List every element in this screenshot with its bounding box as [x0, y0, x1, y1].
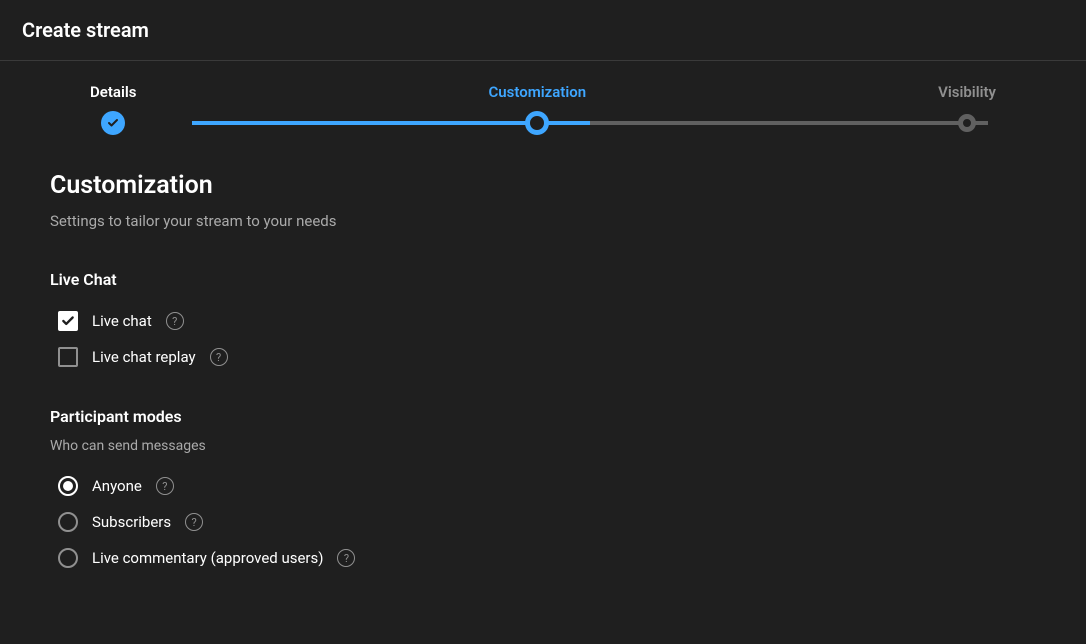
radio-dot: [63, 481, 73, 491]
check-icon: [61, 314, 75, 328]
option-label: Live chat replay: [92, 348, 196, 366]
option-label: Anyone: [92, 477, 142, 495]
checkbox-live-chat[interactable]: [58, 311, 78, 331]
step-label: Customization: [488, 83, 586, 101]
step-customization[interactable]: Customization: [488, 83, 586, 135]
step-visibility[interactable]: Visibility: [938, 83, 996, 132]
option-label: Subscribers: [92, 513, 171, 531]
check-icon: [107, 117, 119, 129]
group-title: Live Chat: [50, 270, 1036, 289]
step-circle-pending: [958, 114, 976, 132]
stepper-track: [192, 121, 988, 125]
help-icon[interactable]: ?: [337, 549, 355, 567]
participant-modes-group: Participant modes Who can send messages …: [50, 407, 1036, 568]
help-icon[interactable]: ?: [210, 348, 228, 366]
live-chat-group: Live Chat Live chat ? Live chat replay ?: [50, 270, 1036, 367]
option-live-chat-replay: Live chat replay ?: [50, 347, 1036, 367]
radio-anyone[interactable]: [58, 476, 78, 496]
group-title: Participant modes: [50, 407, 1036, 426]
step-circle-active: [525, 111, 549, 135]
help-icon[interactable]: ?: [156, 477, 174, 495]
option-label: Live commentary (approved users): [92, 549, 323, 567]
help-icon[interactable]: ?: [166, 312, 184, 330]
track-segment-2: [590, 121, 988, 125]
radio-subscribers[interactable]: [58, 512, 78, 532]
step-details[interactable]: Details: [90, 83, 136, 135]
help-icon[interactable]: ?: [185, 513, 203, 531]
step-label: Visibility: [938, 83, 996, 101]
option-subscribers: Subscribers ?: [50, 512, 1036, 532]
option-live-chat: Live chat ?: [50, 311, 1036, 331]
option-label: Live chat: [92, 312, 152, 330]
checkbox-live-chat-replay[interactable]: [58, 347, 78, 367]
page-title: Create stream: [22, 18, 1064, 42]
content: Customization Settings to tailor your st…: [0, 135, 1086, 644]
step-circle-done: [101, 111, 125, 135]
group-subtitle: Who can send messages: [50, 438, 1036, 454]
option-anyone: Anyone ?: [50, 476, 1036, 496]
radio-live-commentary[interactable]: [58, 548, 78, 568]
option-live-commentary: Live commentary (approved users) ?: [50, 548, 1036, 568]
section-subtitle: Settings to tailor your stream to your n…: [50, 212, 1036, 230]
stepper: Details Customization Visibility: [0, 61, 1086, 135]
step-label: Details: [90, 83, 136, 101]
section-title: Customization: [50, 171, 1036, 200]
header: Create stream: [0, 0, 1086, 61]
